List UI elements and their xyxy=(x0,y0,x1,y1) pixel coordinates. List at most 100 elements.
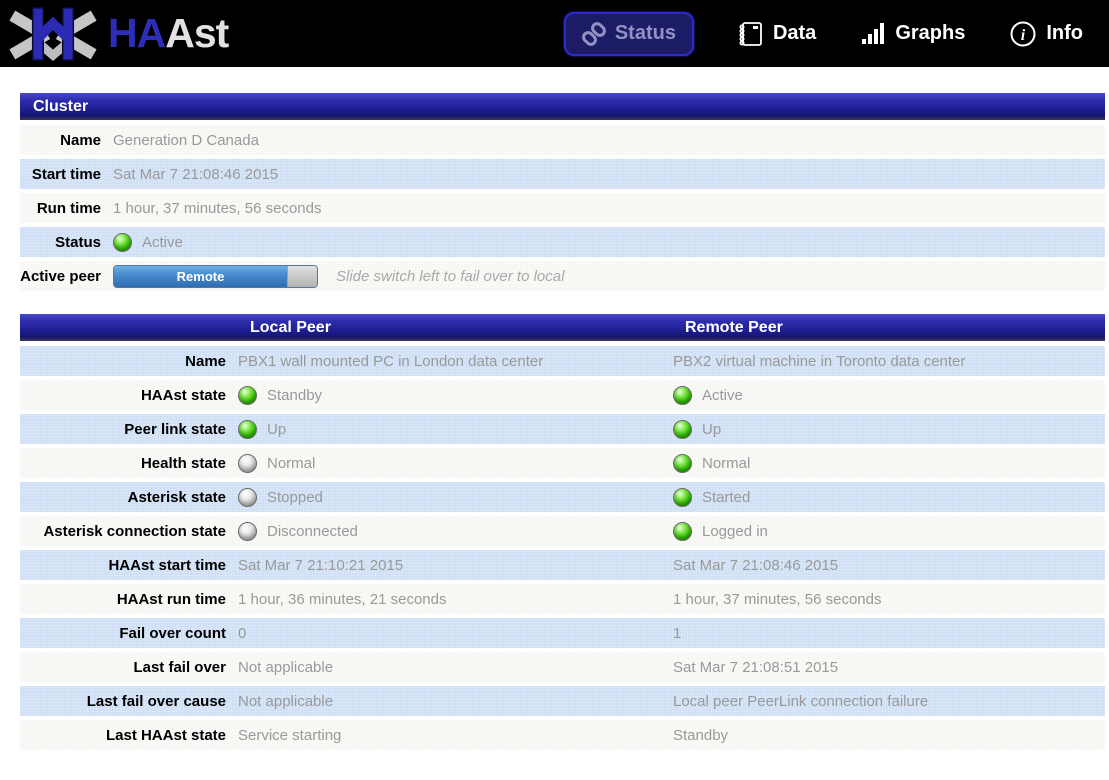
remote-peer-cell: Active xyxy=(673,386,1105,405)
cluster-active-peer-value: Remote Slide switch left to fail over to… xyxy=(113,265,564,288)
row-label: Health state xyxy=(20,455,238,472)
cluster-start-time-value: Sat Mar 7 21:08:46 2015 xyxy=(113,166,278,183)
local-peer-cell: PBX1 wall mounted PC in London data cent… xyxy=(238,353,673,370)
row-label: HAAst run time xyxy=(20,591,238,608)
slide-switch-label: Remote xyxy=(177,269,225,284)
table-row: Last fail over cause Not applicable Loca… xyxy=(20,686,1105,716)
local-peer-value: Not applicable xyxy=(238,659,333,676)
nav-tab-status[interactable]: Status xyxy=(564,12,694,56)
row-label: Run time xyxy=(20,200,113,217)
remote-peer-value: 1 xyxy=(673,625,681,642)
peer-table-body: Name PBX1 wall mounted PC in London data… xyxy=(20,346,1105,750)
switch-hint-text: Slide switch left to fail over to local xyxy=(336,268,564,285)
cluster-run-time-value: 1 hour, 37 minutes, 56 seconds xyxy=(113,200,321,217)
remote-peer-cell: Local peer PeerLink connection failure xyxy=(673,693,1105,710)
row-label: Name xyxy=(20,353,238,370)
remote-peer-value: Sat Mar 7 21:08:46 2015 xyxy=(673,557,838,574)
table-row: HAAst run time 1 hour, 36 minutes, 21 se… xyxy=(20,584,1105,614)
table-row: Health state Normal Normal xyxy=(20,448,1105,478)
remote-peer-value: PBX2 virtual machine in Toronto data cen… xyxy=(673,353,965,370)
cluster-section: Cluster Name Generation D Canada Start t… xyxy=(20,93,1105,291)
row-label: Fail over count xyxy=(20,625,238,642)
remote-peer-value: Logged in xyxy=(702,523,768,540)
local-peer-cell: 1 hour, 36 minutes, 21 seconds xyxy=(238,591,673,608)
notebook-icon xyxy=(738,20,764,48)
link-icon xyxy=(582,22,606,46)
status-led-icon xyxy=(238,488,257,507)
table-row: Peer link state Up Up xyxy=(20,414,1105,444)
status-led-icon xyxy=(673,454,692,473)
local-peer-cell: Not applicable xyxy=(238,659,673,676)
svg-text:i: i xyxy=(1021,27,1026,44)
remote-peer-value: Started xyxy=(702,489,750,506)
cluster-title: Cluster xyxy=(33,98,88,116)
remote-peer-value: Active xyxy=(702,387,743,404)
local-peer-column-header: Local Peer xyxy=(250,314,331,341)
row-label: Last fail over cause xyxy=(20,693,238,710)
nav-tab-graphs[interactable]: Graphs xyxy=(860,21,965,47)
remote-peer-value: Local peer PeerLink connection failure xyxy=(673,693,928,710)
bar-chart-icon xyxy=(860,21,886,47)
remote-peer-cell: Up xyxy=(673,420,1105,439)
peers-section: Local Peer Remote Peer Name PBX1 wall mo… xyxy=(20,314,1105,750)
remote-peer-cell: Sat Mar 7 21:08:46 2015 xyxy=(673,557,1105,574)
remote-peer-cell: Logged in xyxy=(673,522,1105,541)
row-label: HAAst state xyxy=(20,387,238,404)
local-peer-cell: Service starting xyxy=(238,727,673,744)
app-logo: HAAst xyxy=(6,3,228,65)
local-peer-cell: 0 xyxy=(238,625,673,642)
local-peer-cell: Not applicable xyxy=(238,693,673,710)
slide-switch-handle[interactable] xyxy=(287,266,317,287)
local-peer-cell: Normal xyxy=(238,454,673,473)
row-label: Status xyxy=(20,234,113,251)
row-label: Name xyxy=(20,132,113,149)
row-label: Last fail over xyxy=(20,659,238,676)
cluster-name-value: Generation D Canada xyxy=(113,132,259,149)
nav-tab-label: Data xyxy=(773,22,816,45)
table-row: HAAst state Standby Active xyxy=(20,380,1105,410)
remote-peer-cell: Normal xyxy=(673,454,1105,473)
local-peer-value: Standby xyxy=(267,387,322,404)
brand-text-silver: Ast xyxy=(165,10,228,56)
cluster-section-header: Cluster xyxy=(20,93,1105,120)
slide-switch-track: Remote xyxy=(114,266,287,287)
brand-text: HAAst xyxy=(108,10,228,57)
status-led-icon xyxy=(673,522,692,541)
nav-tab-label: Status xyxy=(615,22,676,45)
local-peer-value: 1 hour, 36 minutes, 21 seconds xyxy=(238,591,446,608)
status-led-icon xyxy=(238,420,257,439)
nav-tab-label: Info xyxy=(1046,22,1083,45)
remote-peer-cell: Standby xyxy=(673,727,1105,744)
row-label: Last HAAst state xyxy=(20,727,238,744)
status-led-icon xyxy=(673,488,692,507)
page-content: Cluster Name Generation D Canada Start t… xyxy=(0,67,1109,750)
table-row: Start time Sat Mar 7 21:08:46 2015 xyxy=(20,159,1105,189)
top-bar: HAAst Status Data xyxy=(0,0,1109,67)
status-led-icon xyxy=(673,386,692,405)
nav-tab-data[interactable]: Data xyxy=(738,20,816,48)
local-peer-value: Sat Mar 7 21:10:21 2015 xyxy=(238,557,403,574)
table-row: Active peer Remote Slide switch left to … xyxy=(20,261,1105,291)
status-led-icon xyxy=(113,233,132,252)
remote-peer-cell: 1 hour, 37 minutes, 56 seconds xyxy=(673,591,1105,608)
nav-tab-info[interactable]: i Info xyxy=(1009,20,1083,48)
remote-peer-cell: Started xyxy=(673,488,1105,507)
row-label: Active peer xyxy=(20,268,113,285)
local-peer-value: Not applicable xyxy=(238,693,333,710)
info-icon: i xyxy=(1009,20,1037,48)
table-row: Fail over count 0 1 xyxy=(20,618,1105,648)
local-peer-value: Stopped xyxy=(267,489,323,506)
table-row: Name PBX1 wall mounted PC in London data… xyxy=(20,346,1105,376)
local-peer-cell: Disconnected xyxy=(238,522,673,541)
table-row: HAAst start time Sat Mar 7 21:10:21 2015… xyxy=(20,550,1105,580)
remote-peer-cell: 1 xyxy=(673,625,1105,642)
remote-peer-value: Up xyxy=(702,421,721,438)
status-text: Active xyxy=(142,234,183,251)
local-peer-cell: Stopped xyxy=(238,488,673,507)
local-peer-value: Normal xyxy=(267,455,315,472)
haast-asterisk-logo-icon xyxy=(6,3,100,65)
status-led-icon xyxy=(673,420,692,439)
cluster-status-value: Active xyxy=(113,233,183,252)
status-led-icon xyxy=(238,522,257,541)
active-peer-slide-switch[interactable]: Remote xyxy=(113,265,318,288)
